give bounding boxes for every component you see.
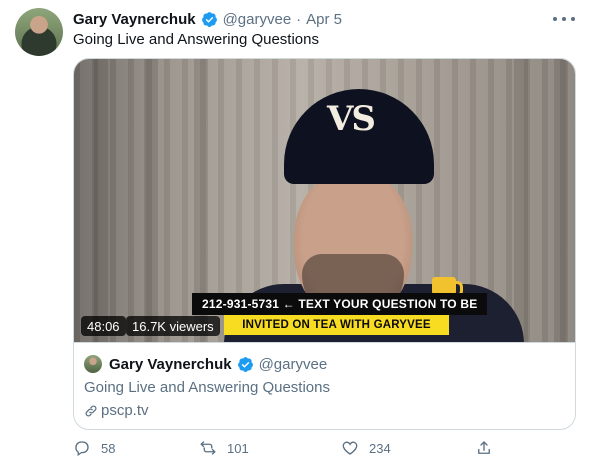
cap-logo: VS [327,99,376,139]
author-handle[interactable]: @garyvee [223,11,292,28]
card-author-avatar [84,355,102,373]
share-icon [478,441,490,454]
author-name[interactable]: Gary Vaynerchuk [73,11,196,28]
verified-badge-icon [201,11,217,27]
retweet-button[interactable]: 101 [199,436,249,460]
card-title: Going Live and Answering Questions [84,379,330,396]
like-button[interactable]: 234 [341,436,391,460]
link-icon [85,405,97,416]
action-bar: 58 101 234 [73,436,493,460]
reply-icon [75,441,89,457]
overlay-banner-line1: 212-931-5731 ← TEXT YOUR QUESTION TO BE [192,293,488,315]
separator-dot: · [296,10,302,28]
card-link-text[interactable]: pscp.tv [101,402,149,419]
video-thumbnail[interactable]: VS 212-931-5731 ← TEXT YOUR QUESTION TO … [74,59,575,342]
retweet-count: 101 [227,440,249,456]
viewer-count: 16.7K viewers [126,316,220,336]
card-info[interactable]: Gary Vaynerchuk @garyvee Going Live and … [74,342,575,429]
tweet-header: Gary Vaynerchuk @garyvee · Apr 5 [73,9,342,29]
tweet-text: Going Live and Answering Questions [73,31,319,48]
card-author-name: Gary Vaynerchuk [109,355,232,373]
overlay-banner-line2: INVITED ON TEA WITH GARYVEE [224,315,449,335]
reply-count: 58 [101,440,116,456]
like-count: 234 [369,440,391,456]
card-author-handle: @garyvee [258,355,328,373]
video-duration: 48:06 [81,316,126,336]
card-header: Gary Vaynerchuk @garyvee [109,355,327,373]
verified-badge-icon [237,356,253,372]
reply-button[interactable]: 58 [73,436,115,460]
tweet[interactable]: Gary Vaynerchuk @garyvee · Apr 5 Going L… [0,0,590,467]
author-avatar[interactable] [15,8,63,56]
tweet-date[interactable]: Apr 5 [306,11,342,28]
card-link[interactable]: pscp.tv [84,402,149,419]
more-icon[interactable] [553,10,575,28]
periscope-card[interactable]: VS 212-931-5731 ← TEXT YOUR QUESTION TO … [73,58,576,430]
like-icon [342,441,358,455]
retweet-icon [200,441,216,455]
share-button[interactable] [475,436,493,460]
